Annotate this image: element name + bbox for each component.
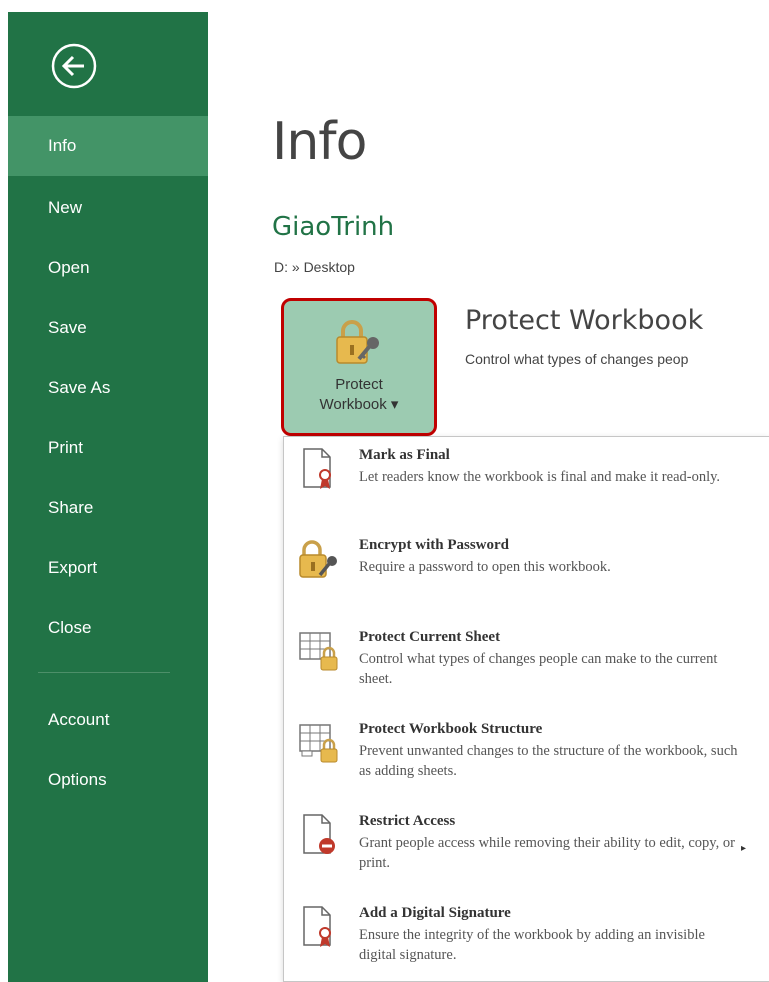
menu-item-description: Grant people access while removing their… xyxy=(359,835,735,871)
nav-divider xyxy=(38,672,170,673)
menu-item-title: Add a Digital Signature xyxy=(359,905,511,921)
back-arrow-circle-icon xyxy=(51,43,97,89)
document-signature-icon xyxy=(298,905,338,949)
protect-workbook-button[interactable]: Protect Workbook ▾ xyxy=(281,298,437,436)
section-description: Control what types of changes peop xyxy=(465,351,689,367)
menu-item-description: Let readers know the workbook is final a… xyxy=(359,469,721,485)
section-title: Protect Workbook xyxy=(465,305,704,336)
nav-item-new[interactable]: New xyxy=(8,186,208,230)
nav-item-print[interactable]: Print xyxy=(8,426,208,470)
menu-item-description: Control what types of changes people can… xyxy=(359,651,718,687)
menu-item-description: Prevent unwanted changes to the structur… xyxy=(359,743,738,779)
lock-key-icon xyxy=(333,317,389,374)
document-restrict-icon xyxy=(298,813,338,857)
sheet-lock-icon xyxy=(298,629,338,673)
menu-item-protect-current-sheet[interactable]: Protect Current Sheet Control what types… xyxy=(284,629,769,707)
menu-item-title: Protect Current Sheet xyxy=(359,629,501,645)
menu-item-protect-workbook-structure[interactable]: Protect Workbook Structure Prevent unwan… xyxy=(284,721,769,799)
nav-item-info[interactable]: Info xyxy=(8,116,208,176)
workbook-lock-icon xyxy=(298,721,338,765)
protect-workbook-label: Protect Workbook ▾ xyxy=(319,376,399,413)
menu-item-description: Ensure the integrity of the workbook by … xyxy=(359,927,705,963)
nav-item-open[interactable]: Open xyxy=(8,246,208,290)
protect-workbook-menu: Mark as Final Let readers know the workb… xyxy=(283,436,769,982)
nav-item-export[interactable]: Export xyxy=(8,546,208,590)
menu-item-description: Require a password to open this workbook… xyxy=(359,559,611,575)
menu-item-restrict-access[interactable]: Restrict Access Grant people access whil… xyxy=(284,813,769,893)
menu-item-add-digital-signature[interactable]: Add a Digital Signature Ensure the integ… xyxy=(284,905,769,981)
document-path[interactable]: D: » Desktop xyxy=(274,259,355,275)
nav-item-save-as[interactable]: Save As xyxy=(8,366,208,410)
document-ribbon-icon xyxy=(298,447,338,491)
menu-item-title: Mark as Final xyxy=(359,447,450,463)
nav-item-save[interactable]: Save xyxy=(8,306,208,350)
page-title: Info xyxy=(272,112,367,172)
nav-item-options[interactable]: Options xyxy=(8,758,208,802)
nav-item-account[interactable]: Account xyxy=(8,698,208,742)
lock-key-icon xyxy=(298,537,338,581)
nav-item-close[interactable]: Close xyxy=(8,606,208,650)
submenu-arrow-icon: ▸ xyxy=(741,843,747,854)
menu-item-encrypt-with-password[interactable]: Encrypt with Password Require a password… xyxy=(284,537,769,607)
backstage-sidebar: Info New Open Save Save As Print Share E… xyxy=(8,12,208,982)
document-name: GiaoTrinh xyxy=(272,212,395,242)
back-button[interactable] xyxy=(50,42,98,90)
nav-item-share[interactable]: Share xyxy=(8,486,208,530)
menu-item-title: Restrict Access xyxy=(359,813,456,829)
menu-item-mark-as-final[interactable]: Mark as Final Let readers know the workb… xyxy=(284,447,769,529)
menu-item-title: Protect Workbook Structure xyxy=(359,721,543,737)
menu-item-title: Encrypt with Password xyxy=(359,537,510,553)
